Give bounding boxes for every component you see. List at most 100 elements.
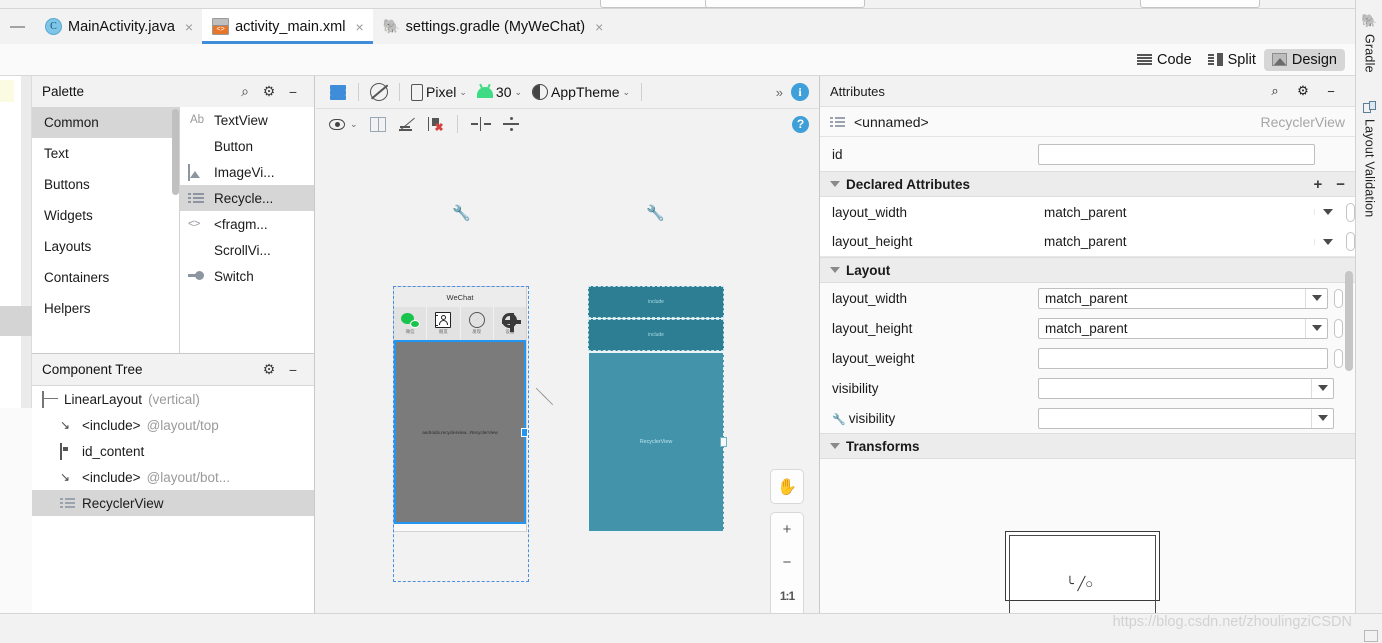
blueprint-preview[interactable]: include include RecyclerView	[584, 286, 727, 532]
chevron-down-icon[interactable]	[1305, 318, 1327, 338]
mode-code-button[interactable]: Code	[1129, 49, 1200, 71]
layout-width-combo[interactable]: match_parent	[1038, 287, 1328, 309]
palette-widget-recyclerview[interactable]: Recycle...	[180, 185, 314, 211]
close-icon[interactable]: ×	[355, 19, 363, 35]
tree-node-recyclerview[interactable]: RecyclerView	[32, 490, 314, 516]
theme-selector[interactable]: AppTheme ⌄	[527, 82, 635, 102]
search-icon[interactable]: ⌕	[1261, 83, 1289, 99]
toggle-autoconnect-button[interactable]	[393, 115, 420, 134]
vertical-margin-button[interactable]	[498, 114, 524, 134]
app-tab-contacts[interactable]: 朋友	[427, 307, 461, 340]
gear-icon[interactable]: ⚙	[1289, 83, 1317, 99]
search-icon[interactable]: ⌕	[233, 83, 257, 100]
blueprint-recyclerview[interactable]: RecyclerView	[588, 352, 727, 532]
info-icon[interactable]: i	[791, 83, 809, 101]
chevron-down-icon[interactable]	[1311, 408, 1333, 428]
chevron-down-icon[interactable]	[1311, 378, 1333, 398]
value-indicator[interactable]	[1334, 348, 1343, 368]
value-indicator[interactable]	[1334, 318, 1343, 338]
remove-attribute-button[interactable]: −	[1336, 176, 1345, 193]
id-input[interactable]	[1038, 143, 1315, 165]
render-config-wrench-icon-1[interactable]	[452, 204, 466, 224]
minimize-icon[interactable]: −	[281, 362, 305, 378]
minimize-icon[interactable]: −	[1317, 84, 1345, 99]
design-canvas[interactable]: WeChat 微信 朋友 发现	[316, 139, 819, 613]
gear-icon[interactable]: ⚙	[257, 83, 281, 100]
declared-row-layout-height[interactable]: layout_height match_parent	[820, 227, 1355, 257]
palette-widget-button[interactable]: Button	[180, 133, 314, 159]
palette-category-common[interactable]: Common	[32, 107, 179, 138]
render-config-wrench-icon-2[interactable]	[646, 204, 660, 224]
value-indicator[interactable]	[1346, 202, 1355, 222]
palette-widget-fragment[interactable]: <> <fragm...	[180, 211, 314, 237]
mode-split-button[interactable]: Split	[1200, 49, 1264, 71]
editor-tab-activity-main-xml[interactable]: <> activity_main.xml ×	[202, 9, 373, 44]
palette-category-buttons[interactable]: Buttons	[32, 169, 179, 200]
resize-handle-right[interactable]	[521, 428, 528, 437]
resize-corner-marks[interactable]	[534, 387, 560, 409]
palette-category-scrollbar[interactable]	[172, 109, 179, 195]
layout-height-combo[interactable]: match_parent	[1038, 317, 1328, 339]
palette-widget-scrollview[interactable]: ScrollVi...	[180, 237, 314, 263]
tools-visibility-combo[interactable]	[1038, 407, 1334, 429]
orientation-button[interactable]	[365, 81, 393, 103]
horizontal-margin-button[interactable]	[466, 115, 496, 133]
zoom-out-button[interactable]: −	[771, 546, 803, 579]
visibility-combo[interactable]	[1038, 377, 1334, 399]
help-icon[interactable]: ?	[792, 115, 809, 133]
app-tab-settings[interactable]: 设置	[494, 307, 526, 340]
add-attribute-button[interactable]: +	[1313, 176, 1322, 193]
section-declared-attributes[interactable]: Declared Attributes + −	[820, 171, 1355, 197]
palette-category-text[interactable]: Text	[32, 138, 179, 169]
rendered-device-preview[interactable]: WeChat 微信 朋友 发现 androidx.recyclerview...…	[393, 286, 528, 532]
tree-node-linearlayout[interactable]: LinearLayout (vertical)	[32, 386, 314, 412]
value-indicator[interactable]	[1334, 288, 1343, 308]
palette-widget-textview[interactable]: Ab TextView	[180, 107, 314, 133]
dropdown-button[interactable]	[1314, 209, 1340, 215]
palette-category-containers[interactable]: Containers	[32, 262, 179, 293]
api-level-selector[interactable]: 30 ⌄	[472, 82, 527, 102]
attributes-scrollbar[interactable]	[1345, 271, 1353, 371]
zoom-in-button[interactable]: +	[771, 513, 803, 546]
palette-category-helpers[interactable]: Helpers	[32, 293, 179, 324]
editor-tab-settings-gradle[interactable]: 🐘 settings.gradle (MyWeChat) ×	[372, 9, 613, 44]
palette-category-widgets[interactable]: Widgets	[32, 200, 179, 231]
clear-constraints-button[interactable]: ✖	[422, 115, 449, 134]
section-transforms[interactable]: Transforms	[820, 433, 1355, 459]
collapse-all-button[interactable]: —	[0, 9, 35, 44]
dropdown-button[interactable]	[1314, 238, 1340, 245]
palette-widget-imageview[interactable]: ImageVi...	[180, 159, 314, 185]
blueprint-include-top[interactable]: include	[588, 286, 724, 318]
close-icon[interactable]: ×	[185, 19, 193, 35]
app-tab-chat[interactable]: 微信	[394, 307, 428, 340]
blueprint-include-bottom[interactable]: include	[588, 319, 724, 351]
overflow-chevrons-icon[interactable]: »	[776, 85, 783, 100]
palette-category-layouts[interactable]: Layouts	[32, 231, 179, 262]
section-layout[interactable]: Layout	[820, 257, 1355, 283]
transform-3d-preview[interactable]: ╰ ╱○	[1005, 531, 1160, 620]
gutter-scrollbar-track[interactable]	[21, 76, 32, 408]
editor-tab-mainactivity-java[interactable]: C MainActivity.java ×	[35, 9, 203, 44]
tree-node-include-bottom[interactable]: ↘ <include> @layout/bot...	[32, 464, 314, 490]
view-options-button[interactable]: ⌄	[324, 116, 363, 133]
device-selector[interactable]: Pixel ⌄	[406, 82, 472, 103]
tool-tab-gradle[interactable]: 🐘 Gradle	[1356, 6, 1382, 80]
pan-tool-button[interactable]: ✋	[771, 470, 803, 503]
value-indicator[interactable]	[1346, 232, 1355, 251]
palette-widget-switch[interactable]: Switch	[180, 263, 314, 289]
layers-button[interactable]	[324, 81, 352, 103]
blueprint-columns-button[interactable]	[365, 115, 391, 134]
resize-handle-right[interactable]	[720, 437, 727, 447]
close-icon[interactable]: ×	[595, 19, 603, 35]
declared-row-layout-width[interactable]: layout_width match_parent	[820, 197, 1355, 227]
mode-design-button[interactable]: Design	[1263, 48, 1345, 71]
chevron-down-icon[interactable]	[1305, 288, 1327, 308]
tree-node-include-top[interactable]: ↘ <include> @layout/top	[32, 412, 314, 438]
rendered-recyclerview[interactable]: androidx.recyclerview...RecyclerView	[394, 340, 528, 524]
zoom-actual-size-button[interactable]: 1:1	[771, 579, 803, 612]
app-tab-discover[interactable]: 发现	[461, 307, 494, 340]
gear-icon[interactable]: ⚙	[257, 361, 281, 378]
layout-weight-input[interactable]	[1038, 347, 1328, 369]
minimize-icon[interactable]: −	[281, 84, 305, 100]
tree-node-id-content[interactable]: id_content	[32, 438, 314, 464]
